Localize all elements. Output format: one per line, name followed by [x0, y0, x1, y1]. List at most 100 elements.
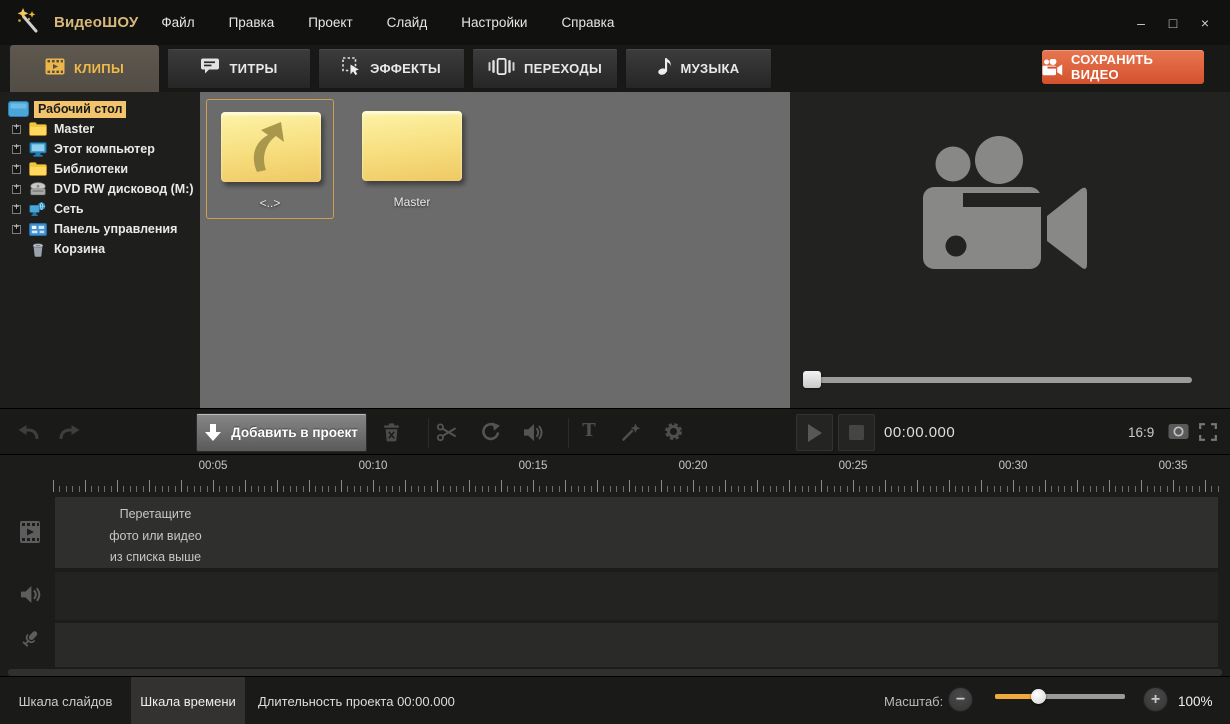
video-track-drop-zone[interactable]: Перетащите фото или видео из списка выше [55, 497, 1218, 568]
ruler-tick [1019, 486, 1021, 492]
expand-plus-icon[interactable] [12, 182, 21, 194]
ruler-tick [110, 486, 112, 492]
tree-item-libraries[interactable]: Библиотеки [0, 159, 200, 179]
menu-slide[interactable]: Слайд [370, 0, 445, 45]
close-icon[interactable]: × [1194, 12, 1216, 34]
ruler-tick [1147, 486, 1149, 492]
tab-transitions-label: ПЕРЕХОДЫ [523, 61, 603, 76]
zoom-scale-label: Масштаб: [884, 693, 944, 709]
zoom-in-button[interactable]: + [1143, 687, 1168, 712]
tab-titles[interactable]: ТИТРЫ [167, 48, 311, 89]
expand-plus-icon[interactable] [12, 142, 21, 154]
tree-item-computer[interactable]: Этот компьютер [0, 139, 200, 159]
zoom-out-button[interactable]: − [948, 687, 973, 712]
tree-item-desktop[interactable]: Рабочий стол [0, 99, 200, 119]
video-camera-placeholder-icon [915, 136, 1093, 309]
tree-item-control-panel[interactable]: Панель управления [0, 219, 200, 239]
voice-track-lane[interactable] [55, 623, 1218, 667]
ruler-tick [814, 486, 816, 492]
ruler-time-label: 00:15 [518, 460, 548, 472]
minimize-icon[interactable]: – [1130, 12, 1152, 34]
add-to-project-button[interactable]: Добавить в проект [196, 413, 367, 452]
tree-item-master[interactable]: Master [0, 119, 200, 139]
recycle-bin-icon [27, 242, 49, 257]
cut-icon[interactable] [437, 423, 457, 442]
settings-gear-icon[interactable] [663, 421, 684, 442]
ruler-tick [417, 486, 419, 492]
tree-item-dvd-drive[interactable]: DVD RW дисковод (M:) [0, 179, 200, 199]
seek-bar[interactable] [805, 377, 1192, 383]
app-title: ВидеоШОУ [54, 14, 139, 31]
seek-thumb[interactable] [803, 371, 821, 388]
ruler-tick [1217, 486, 1219, 492]
file-tile-parent-folder[interactable]: <..> [206, 99, 334, 219]
text-tool-icon[interactable]: T [580, 420, 598, 441]
videoshow-window: ВидеоШОУ Файл Правка Проект Слайд Настро… [0, 0, 1230, 724]
ruler-tick [449, 486, 451, 492]
file-tile-label: Master [393, 195, 431, 209]
menu-help[interactable]: Справка [544, 0, 631, 45]
tab-music-label: МУЗЫКА [680, 61, 740, 76]
fullscreen-icon[interactable] [1199, 423, 1217, 446]
ruler-tick [513, 486, 515, 492]
expand-plus-icon[interactable] [12, 122, 21, 134]
ruler-tick [1211, 486, 1213, 492]
menu-edit[interactable]: Правка [212, 0, 292, 45]
play-button[interactable] [796, 414, 833, 451]
redo-icon[interactable] [58, 424, 82, 441]
tab-time-scale[interactable]: Шкала времени [131, 677, 245, 724]
ruler-tick [993, 486, 995, 492]
tree-item-network[interactable]: Сеть [0, 199, 200, 219]
tab-effects[interactable]: ЭФФЕКТЫ [318, 48, 465, 89]
tab-transitions[interactable]: ПЕРЕХОДЫ [472, 48, 618, 89]
ruler-tick [910, 486, 912, 492]
audio-track-lane[interactable] [55, 572, 1218, 620]
ruler-tick [456, 486, 458, 492]
timeline-ruler-ticks[interactable] [0, 477, 1230, 495]
timeline-horizontal-scrollbar[interactable] [8, 669, 1222, 676]
drop-hint-line: фото или видео [109, 528, 202, 543]
expand-plus-icon[interactable] [12, 222, 21, 234]
ruler-tick [232, 486, 234, 492]
ruler-tick [961, 486, 963, 492]
rotate-icon[interactable] [480, 422, 500, 442]
ruler-tick [616, 486, 618, 492]
ruler-tick [193, 486, 195, 492]
wand-tool-icon[interactable] [621, 422, 641, 442]
tab-music[interactable]: МУЗЫКА [625, 48, 772, 89]
file-tile-master[interactable]: Master [348, 99, 476, 219]
ruler-tick [846, 486, 848, 492]
tree-item-recycle-bin[interactable]: Корзина [0, 239, 200, 259]
aspect-ratio-label[interactable]: 16:9 [1128, 409, 1154, 456]
save-video-button[interactable]: СОХРАНИТЬ ВИДЕО [1042, 50, 1204, 84]
ruler-tick [801, 486, 803, 492]
ruler-tick [174, 486, 176, 492]
add-to-project-label: Добавить в проект [231, 425, 358, 440]
undo-icon[interactable] [16, 424, 40, 441]
drop-hint-text: Перетащите фото или видео из списка выше [73, 504, 238, 569]
menu-file[interactable]: Файл [144, 0, 211, 45]
menu-project[interactable]: Проект [291, 0, 369, 45]
ruler-tick [1051, 486, 1053, 492]
ruler-tick [187, 486, 189, 492]
zoom-slider[interactable] [995, 689, 1125, 704]
stop-button[interactable] [838, 414, 875, 451]
ruler-tick [341, 480, 342, 492]
maximize-icon[interactable]: □ [1162, 12, 1184, 34]
snapshot-icon[interactable] [1168, 423, 1189, 445]
volume-icon[interactable] [523, 423, 543, 442]
ruler-tick [225, 486, 227, 492]
tab-slide-scale[interactable]: Шкала слайдов [0, 677, 131, 724]
app-logo: ВидеоШОУ [16, 7, 138, 38]
zoom-slider-thumb[interactable] [1031, 689, 1046, 704]
ruler-tick [725, 480, 726, 492]
expand-plus-icon[interactable] [12, 202, 21, 214]
ruler-tick [206, 486, 208, 492]
ruler-tick [968, 486, 970, 492]
tab-clips[interactable]: КЛИПЫ [10, 45, 159, 92]
delete-icon[interactable] [383, 423, 400, 442]
ruler-tick [1070, 486, 1072, 492]
menu-settings[interactable]: Настройки [444, 0, 544, 45]
ruler-tick [78, 486, 80, 492]
expand-plus-icon[interactable] [12, 162, 21, 174]
